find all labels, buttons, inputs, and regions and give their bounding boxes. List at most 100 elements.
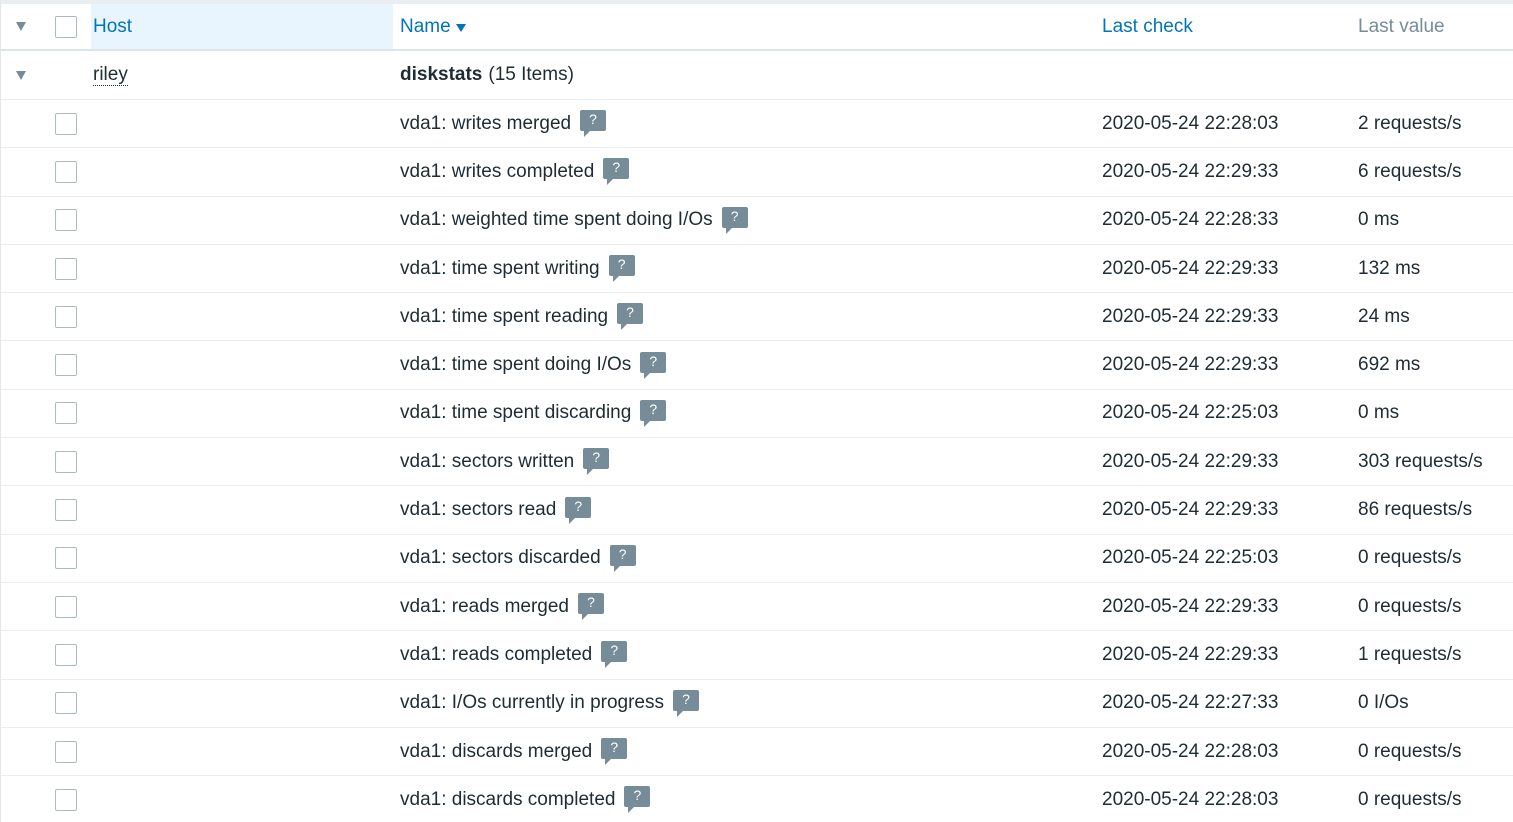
item-name: vda1: writes completed <box>400 160 595 182</box>
table-row: vda1: reads merged? 2020-05-24 22:29:33 0 … <box>1 583 1513 632</box>
last-check-header-label[interactable]: Last check <box>1102 16 1193 38</box>
row-checkbox[interactable] <box>55 160 77 183</box>
last-check-cell: 2020-05-24 22:27:33 <box>1102 680 1352 727</box>
row-checkbox[interactable] <box>55 112 77 135</box>
description-hint-icon[interactable]: ? <box>601 641 628 669</box>
row-checkbox[interactable] <box>55 209 77 232</box>
host-column-header[interactable]: Host <box>91 4 393 49</box>
row-checkbox-cell <box>41 245 91 292</box>
last-value: 303 requests/s <box>1358 450 1483 472</box>
last-check-cell: 2020-05-24 22:29:33 <box>1102 293 1352 340</box>
item-name-cell: vda1: reads completed? <box>400 631 1090 678</box>
item-name: vda1: time spent discarding <box>400 402 632 424</box>
host-name-link[interactable]: riley <box>93 64 128 86</box>
table-row: vda1: writes completed? 2020-05-24 22:29:… <box>1 148 1513 197</box>
last-check-value: 2020-05-24 22:28:33 <box>1102 209 1279 231</box>
description-hint-icon[interactable]: ? <box>609 544 636 572</box>
last-check-value: 2020-05-24 22:29:33 <box>1102 450 1279 472</box>
last-check-value: 2020-05-24 22:29:33 <box>1102 257 1279 279</box>
description-hint-icon[interactable]: ? <box>640 351 667 379</box>
item-name-cell: vda1: time spent discarding? <box>400 390 1090 437</box>
last-check-cell: 2020-05-24 22:29:33 <box>1102 148 1352 195</box>
row-checkbox[interactable] <box>55 692 77 715</box>
description-hint-icon[interactable]: ? <box>617 303 644 331</box>
name-header-label[interactable]: Name <box>400 16 451 38</box>
last-value: 132 ms <box>1358 257 1421 279</box>
last-check-value: 2020-05-24 22:28:03 <box>1102 740 1279 762</box>
last-value-cell: 132 ms <box>1358 245 1513 292</box>
description-hint-icon[interactable]: ? <box>640 399 667 427</box>
item-name-cell: vda1: time spent doing I/Os? <box>400 341 1090 388</box>
last-value-cell: 24 ms <box>1358 293 1513 340</box>
description-hint-icon[interactable]: ? <box>721 206 748 234</box>
table-row: vda1: writes merged? 2020-05-24 22:28:03 2… <box>1 100 1513 149</box>
description-hint-icon[interactable]: ? <box>601 738 628 765</box>
last-value-cell: 0 requests/s <box>1358 535 1513 582</box>
select-all-checkbox[interactable] <box>55 15 77 38</box>
table-row: vda1: weighted time spent doing I/Os? 202… <box>1 197 1513 245</box>
select-all-cell <box>41 4 91 49</box>
row-checkbox-cell <box>41 197 91 244</box>
item-name: vda1: time spent doing I/Os <box>400 354 632 376</box>
last-check-column-header[interactable]: Last check <box>1102 4 1352 49</box>
row-checkbox[interactable] <box>55 257 77 280</box>
row-checkbox-cell <box>41 293 91 340</box>
item-name: vda1: reads merged <box>400 595 569 617</box>
last-check-cell: 2020-05-24 22:29:33 <box>1102 245 1352 292</box>
row-checkbox[interactable] <box>55 402 77 425</box>
description-hint-icon[interactable]: ? <box>608 255 635 283</box>
last-value-cell: 692 ms <box>1358 341 1513 388</box>
last-check-cell: 2020-05-24 22:29:33 <box>1102 631 1352 678</box>
last-check-value: 2020-05-24 22:25:03 <box>1102 547 1279 569</box>
last-check-cell: 2020-05-24 22:29:33 <box>1102 438 1352 485</box>
item-name: vda1: time spent reading <box>400 305 609 327</box>
last-value: 0 requests/s <box>1358 547 1462 569</box>
description-hint-icon[interactable]: ? <box>565 496 592 524</box>
last-check-cell: 2020-05-24 22:29:33 <box>1102 486 1352 533</box>
last-value: 1 requests/s <box>1358 643 1462 665</box>
last-check-cell: 2020-05-24 22:29:33 <box>1102 341 1352 388</box>
row-checkbox[interactable] <box>55 305 77 328</box>
row-checkbox[interactable] <box>55 643 77 666</box>
row-checkbox[interactable] <box>55 547 77 570</box>
table-row: vda1: sectors discarded? 2020-05-24 22:25… <box>1 535 1513 583</box>
item-name: vda1: I/Os currently in progress <box>400 692 664 714</box>
row-checkbox[interactable] <box>55 450 77 473</box>
row-checkbox-cell <box>41 148 91 195</box>
host-header-label[interactable]: Host <box>93 16 132 38</box>
row-checkbox-cell <box>41 631 91 678</box>
description-hint-icon[interactable]: ? <box>578 593 604 621</box>
last-value-cell: 2 requests/s <box>1358 100 1513 147</box>
group-collapse-toggle[interactable] <box>1 51 41 99</box>
row-checkbox-cell <box>41 100 91 147</box>
last-value: 0 ms <box>1358 402 1400 424</box>
description-hint-icon[interactable]: ? <box>580 110 607 138</box>
last-check-value: 2020-05-24 22:29:33 <box>1102 643 1279 665</box>
table-row: vda1: I/Os currently in progress? 2020-05… <box>1 680 1513 728</box>
row-checkbox[interactable] <box>55 354 77 377</box>
chevron-down-icon <box>16 22 26 31</box>
last-value-cell: 0 requests/s <box>1358 776 1513 822</box>
item-name-cell: vda1: reads merged? <box>400 583 1090 630</box>
description-hint-icon[interactable]: ? <box>624 786 651 814</box>
last-check-value: 2020-05-24 22:29:33 <box>1102 354 1279 376</box>
name-column-header[interactable]: Name <box>400 4 1090 49</box>
table-row: vda1: reads completed? 2020-05-24 22:29:3… <box>1 631 1513 680</box>
row-checkbox[interactable] <box>55 788 77 811</box>
last-value: 0 requests/s <box>1358 788 1462 810</box>
description-hint-icon[interactable]: ? <box>603 158 630 186</box>
last-check-value: 2020-05-24 22:29:33 <box>1102 595 1279 617</box>
row-checkbox-cell <box>41 535 91 582</box>
item-name: vda1: time spent writing <box>400 257 600 279</box>
collapse-all-toggle[interactable] <box>1 4 41 49</box>
description-hint-icon[interactable]: ? <box>673 689 699 717</box>
row-checkbox[interactable] <box>55 499 77 522</box>
item-name: vda1: sectors written <box>400 450 575 472</box>
last-check-value: 2020-05-24 22:28:03 <box>1102 112 1279 134</box>
group-host-cell: riley <box>91 51 393 99</box>
description-hint-icon[interactable]: ? <box>583 448 610 476</box>
row-checkbox[interactable] <box>55 740 77 763</box>
row-checkbox[interactable] <box>55 595 77 618</box>
item-name-cell: vda1: writes completed? <box>400 148 1090 195</box>
last-value-cell: 1 requests/s <box>1358 631 1513 678</box>
